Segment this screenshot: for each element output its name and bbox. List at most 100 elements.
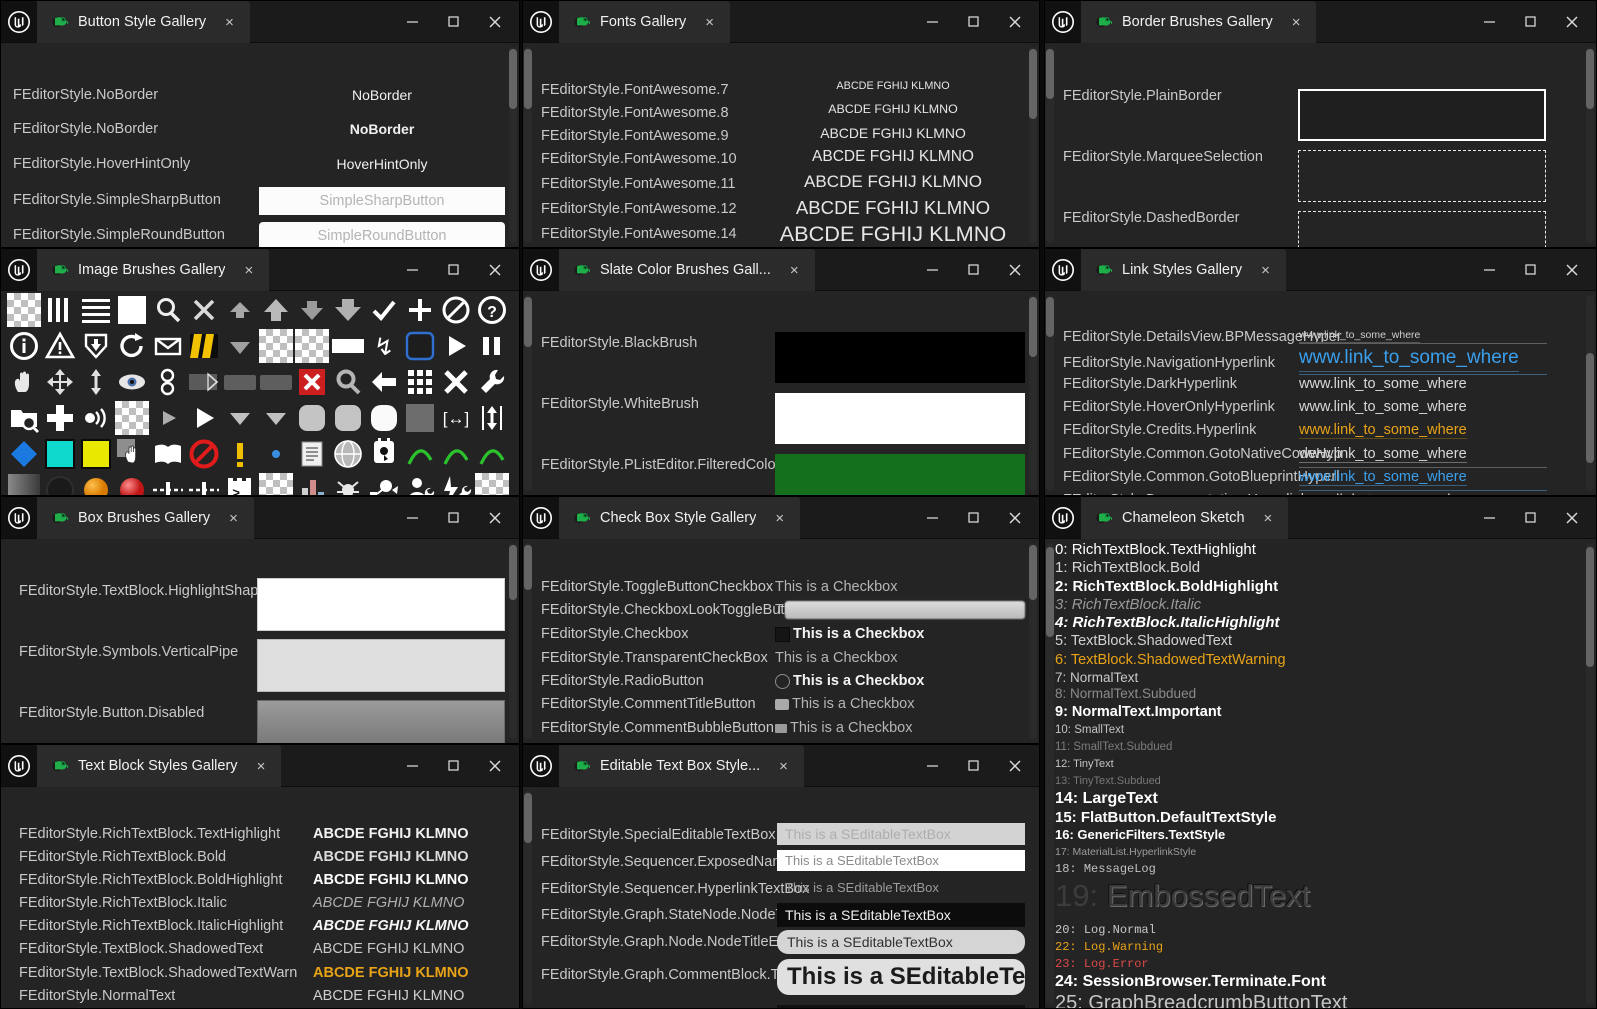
- tab-close-icon[interactable]: ×: [775, 757, 792, 776]
- titlebar-drag-area[interactable]: [1285, 249, 1469, 290]
- titlebar-drag-area[interactable]: [269, 249, 392, 290]
- tab-chameleon-sketch[interactable]: Chameleon Sketch ×: [1081, 497, 1289, 539]
- button-demo-3[interactable]: SimpleSharpButton: [259, 187, 505, 215]
- minimize-icon[interactable]: [912, 745, 953, 787]
- titlebar-image-brushes[interactable]: Image Brushes Gallery ×: [1, 249, 519, 291]
- hyperlink-4[interactable]: www.link_to_some_where: [1299, 422, 1467, 439]
- tab-box-brushes[interactable]: Box Brushes Gallery ×: [37, 497, 254, 539]
- scrollbar-vertical[interactable]: [1586, 543, 1594, 1004]
- window-image-brushes[interactable]: Image Brushes Gallery ×? ↯ [↔] >_: [0, 248, 520, 496]
- scrollbar-vertical[interactable]: [1586, 295, 1594, 491]
- scrollbar-left[interactable]: [524, 791, 532, 1004]
- tab-fonts[interactable]: Fonts Gallery ×: [559, 1, 730, 43]
- titlebar-button-style[interactable]: Button Style Gallery ×: [1, 1, 519, 43]
- titlebar-drag-area[interactable]: [281, 745, 392, 786]
- scrollbar-thumb[interactable]: [524, 545, 532, 590]
- minimize-icon[interactable]: [1469, 497, 1510, 539]
- hyperlink-0[interactable]: www.link_to_some_where: [1299, 329, 1421, 343]
- maximize-icon[interactable]: [1510, 497, 1551, 539]
- button-demo-2[interactable]: HoverHintOnly: [259, 156, 505, 172]
- close-icon[interactable]: [474, 1, 515, 43]
- button-demo-4[interactable]: SimpleRoundButton: [259, 222, 505, 247]
- tab-close-icon[interactable]: ×: [1288, 13, 1305, 32]
- checkbox-demo-5[interactable]: This is a Checkbox: [775, 696, 1025, 712]
- comment-bubble-icon[interactable]: [775, 698, 789, 710]
- window-chameleon-sketch[interactable]: Chameleon Sketch × 0: RichTextBlock.TextHi…: [1044, 496, 1597, 1009]
- titlebar-drag-area[interactable]: [1288, 497, 1469, 538]
- scrollbar-thumb[interactable]: [1046, 547, 1054, 637]
- scrollbar-thumb[interactable]: [509, 545, 517, 600]
- close-icon[interactable]: [474, 497, 515, 539]
- tab-slate-color-brushes[interactable]: Slate Color Brushes Gall... ×: [559, 249, 815, 291]
- window-box-brushes[interactable]: Box Brushes Gallery × FEditorStyle.TextBlo…: [0, 496, 520, 744]
- maximize-icon[interactable]: [433, 249, 474, 291]
- hyperlink-6[interactable]: www.link_to_some_where: [1299, 469, 1467, 486]
- tab-check-box-style[interactable]: Check Box Style Gallery ×: [559, 497, 801, 539]
- scrollbar-vertical[interactable]: [1029, 47, 1037, 243]
- minimize-icon[interactable]: [392, 1, 433, 43]
- close-icon[interactable]: [1551, 1, 1592, 43]
- close-icon[interactable]: [1551, 497, 1592, 539]
- window-link-styles[interactable]: Link Styles Gallery × FEditorStyle.Details…: [1044, 248, 1597, 496]
- minimize-icon[interactable]: [912, 1, 953, 43]
- close-icon[interactable]: [994, 497, 1035, 539]
- scrollbar-thumb[interactable]: [1046, 297, 1054, 337]
- maximize-icon[interactable]: [433, 745, 474, 787]
- checkbox-box-icon[interactable]: [775, 626, 790, 642]
- minimize-icon[interactable]: [392, 497, 433, 539]
- titlebar-editable-text-box[interactable]: Editable Text Box Style... ×: [523, 745, 1039, 787]
- editable-textbox-4[interactable]: This is a SEditableTextBox: [777, 930, 1025, 954]
- editable-textbox-5[interactable]: This is a SEditableTextBox: [777, 959, 1025, 995]
- hyperlink-2[interactable]: www.link_to_some_where: [1299, 376, 1467, 392]
- window-check-box-style[interactable]: Check Box Style Gallery × FEditorStyle.Tog…: [522, 496, 1040, 744]
- close-icon[interactable]: [994, 249, 1035, 291]
- maximize-icon[interactable]: [1510, 249, 1551, 291]
- titlebar-check-box-style[interactable]: Check Box Style Gallery ×: [523, 497, 1039, 539]
- toggle-button-bar[interactable]: [785, 601, 1025, 619]
- titlebar-fonts[interactable]: Fonts Gallery ×: [523, 1, 1039, 43]
- window-button-style[interactable]: Button Style Gallery × FEditorStyle.NoBord…: [0, 0, 520, 248]
- scrollbar-left[interactable]: [524, 295, 532, 491]
- scrollbar-vertical[interactable]: [509, 47, 517, 243]
- checkbox-demo-4[interactable]: This is a Checkbox: [775, 673, 1025, 689]
- comment-bubble-small-icon[interactable]: [775, 723, 787, 733]
- scrollbar-thumb[interactable]: [1029, 297, 1037, 357]
- titlebar-border-brushes[interactable]: Border Brushes Gallery ×: [1045, 1, 1596, 43]
- close-icon[interactable]: [474, 249, 515, 291]
- scrollbar-thumb[interactable]: [509, 49, 517, 109]
- maximize-icon[interactable]: [953, 1, 994, 43]
- titlebar-drag-area[interactable]: [1316, 1, 1469, 42]
- scrollbar-vertical[interactable]: [509, 543, 517, 739]
- scrollbar-thumb[interactable]: [1586, 353, 1594, 463]
- close-icon[interactable]: [1551, 249, 1592, 291]
- maximize-icon[interactable]: [1510, 1, 1551, 43]
- window-text-block-styles[interactable]: Text Block Styles Gallery × FEditorStyle.R…: [0, 744, 520, 1009]
- scrollbar-thumb[interactable]: [1029, 545, 1037, 600]
- titlebar-chameleon-sketch[interactable]: Chameleon Sketch ×: [1045, 497, 1596, 539]
- tab-link-styles[interactable]: Link Styles Gallery ×: [1081, 249, 1286, 291]
- scrollbar-vertical[interactable]: [1586, 47, 1594, 243]
- tab-image-brushes[interactable]: Image Brushes Gallery ×: [37, 249, 270, 291]
- titlebar-slate-color-brushes[interactable]: Slate Color Brushes Gall... ×: [523, 249, 1039, 291]
- maximize-icon[interactable]: [953, 745, 994, 787]
- hyperlink-3[interactable]: www.link_to_some_where: [1299, 399, 1467, 415]
- hyperlink-7[interactable]: www.link_to_some_where: [1299, 492, 1478, 495]
- titlebar-drag-area[interactable]: [800, 497, 912, 538]
- checkbox-demo-0[interactable]: This is a Checkbox: [775, 579, 1025, 595]
- titlebar-drag-area[interactable]: [814, 249, 912, 290]
- scrollbar-vertical[interactable]: [1029, 295, 1037, 491]
- window-slate-color-brushes[interactable]: Slate Color Brushes Gall... × FEditorStyle…: [522, 248, 1040, 496]
- checkbox-demo-2[interactable]: This is a Checkbox: [775, 626, 1025, 642]
- tab-editable-text-box[interactable]: Editable Text Box Style... ×: [559, 745, 804, 787]
- maximize-icon[interactable]: [433, 497, 474, 539]
- maximize-icon[interactable]: [433, 1, 474, 43]
- maximize-icon[interactable]: [953, 249, 994, 291]
- scrollbar-thumb[interactable]: [524, 49, 532, 109]
- scrollbar-thumb[interactable]: [1586, 49, 1594, 109]
- close-icon[interactable]: [994, 1, 1035, 43]
- minimize-icon[interactable]: [392, 249, 433, 291]
- scrollbar-thumb[interactable]: [1046, 49, 1054, 99]
- scrollbar-vertical[interactable]: [1029, 543, 1037, 739]
- tab-close-icon[interactable]: ×: [701, 13, 718, 32]
- tab-close-icon[interactable]: ×: [240, 261, 257, 280]
